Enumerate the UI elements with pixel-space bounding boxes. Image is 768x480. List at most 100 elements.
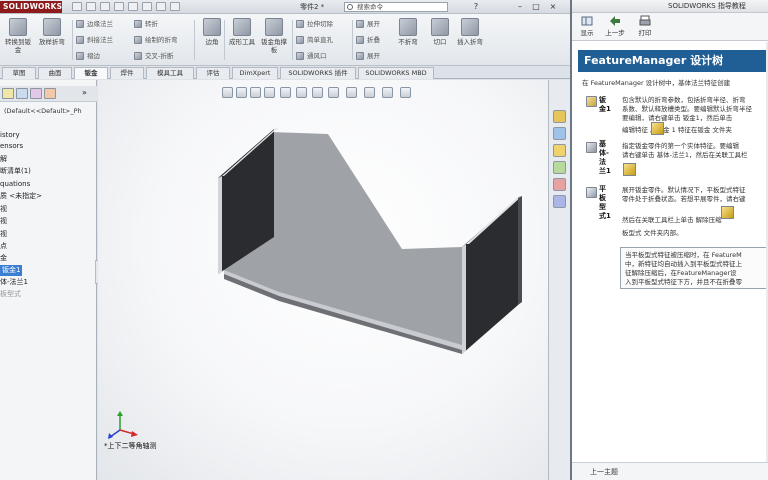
vent-button[interactable]: 通风口 <box>296 50 327 62</box>
tree-item-base-flange1[interactable]: 体-法兰1 <box>0 277 28 288</box>
print-icon[interactable] <box>114 2 124 11</box>
new-file-icon[interactable] <box>72 2 82 11</box>
maximize-button[interactable]: □ <box>530 2 542 12</box>
unsuppress-icon <box>721 206 734 219</box>
right-flange-side <box>518 196 522 305</box>
tab-weldments[interactable]: 焊件 <box>110 67 144 79</box>
tab-solidworks-addins[interactable]: SOLIDWORKS 插件 <box>280 67 356 79</box>
tree-item-front-plane[interactable]: 视 <box>0 204 7 215</box>
button-label: 拉伸切除 <box>307 20 333 28</box>
app-root: SOLIDWORKS 零件2 * 搜索命令 ? – □ × 转换到钣金 放样折弯… <box>0 0 768 480</box>
miter-flange-button[interactable]: 斜接法兰 <box>76 34 113 46</box>
tab-evaluate[interactable]: 评估 <box>196 67 230 79</box>
tab-sheet-metal[interactable]: 钣金 <box>74 67 108 79</box>
insert-bends-button[interactable]: 插入折弯 <box>454 18 486 46</box>
tree-item-sheet-metal-folder[interactable]: 金 <box>0 253 7 264</box>
graphics-area[interactable]: *上下二等角轴测 <box>98 80 548 480</box>
view-palette-icon[interactable] <box>553 161 566 174</box>
rip-button[interactable]: 切口 <box>424 18 456 46</box>
help-text: 展开钣金零件。默认情况下，平板型式特征 <box>622 186 746 194</box>
tab-mold-tools[interactable]: 模具工具 <box>146 67 194 79</box>
close-button[interactable]: × <box>547 2 559 12</box>
minimize-button[interactable]: – <box>514 2 526 12</box>
tree-item-right-plane[interactable]: 视 <box>0 229 7 240</box>
button-label: 褶边 <box>87 52 100 60</box>
property-manager-icon[interactable] <box>16 88 28 99</box>
open-file-icon[interactable] <box>86 2 96 11</box>
tab-dimxpert[interactable]: DimXpert <box>232 67 278 79</box>
help-text: 要编辑，请右键单击 钣金1，然后单击 <box>622 114 733 122</box>
jog-button[interactable]: 转折 <box>134 18 158 30</box>
button-label: 显示 <box>580 29 594 37</box>
flatten-button[interactable]: 展开 <box>356 50 380 62</box>
design-library-icon[interactable] <box>553 127 566 140</box>
tree-item-origin[interactable]: 点 <box>0 241 7 252</box>
extruded-cut-button[interactable]: 拉伸切除 <box>296 18 333 30</box>
save-icon[interactable] <box>100 2 110 11</box>
convert-to-sheet-metal-button[interactable]: 转换到钣金 <box>2 18 34 54</box>
show-button[interactable]: 显示 <box>576 15 598 37</box>
no-bends-button[interactable]: 不折弯 <box>392 18 424 46</box>
help-dropdown-icon[interactable]: ? <box>470 2 482 12</box>
configuration-manager-icon[interactable] <box>30 88 42 99</box>
document-title: 零件2 * <box>300 3 325 11</box>
tree-root-part[interactable]: (Default<<Default>_Ph <box>4 107 82 115</box>
options-icon[interactable] <box>170 2 180 11</box>
hem-button[interactable]: 褶边 <box>76 50 100 62</box>
lofted-bend-button[interactable]: 放样折弯 <box>36 18 68 46</box>
task-pane-tabs <box>548 80 570 480</box>
sheet-metal-part[interactable] <box>98 80 548 480</box>
help-term-base-flange1: 基体-法兰1 <box>599 140 611 175</box>
tree-item-equations[interactable]: quations <box>0 179 30 190</box>
miter-flange-icon <box>76 36 84 44</box>
tree-item-top-plane[interactable]: 视 <box>0 216 7 227</box>
unfold-button[interactable]: 展开 <box>356 18 380 30</box>
fold-button[interactable]: 折叠 <box>356 34 380 46</box>
show-icon <box>581 16 593 26</box>
tree-item-flat-pattern[interactable]: 板型式 <box>0 289 21 300</box>
button-label: 钣金角撑板 <box>261 38 287 54</box>
tree-item-annotations[interactable]: 解 <box>0 154 7 165</box>
sketched-bend-button[interactable]: 绘制的折弯 <box>134 34 178 46</box>
lofted-bend-icon <box>43 18 61 36</box>
help-text: 包含默认的折弯参数，包括折弯半径、折弯 <box>622 96 746 104</box>
appearances-icon[interactable] <box>553 178 566 191</box>
feature-manager-icon[interactable] <box>2 88 14 99</box>
undo-icon[interactable] <box>128 2 138 11</box>
simple-hole-button[interactable]: 简单直孔 <box>296 34 333 46</box>
tab-sketch[interactable]: 草图 <box>2 67 36 79</box>
search-commands-input[interactable]: 搜索命令 <box>344 2 448 12</box>
rebuild-icon[interactable] <box>156 2 166 11</box>
button-label: 打印 <box>638 29 652 37</box>
tree-item-history[interactable]: istory <box>0 130 20 141</box>
cross-break-icon <box>134 52 142 60</box>
button-label: 上一步 <box>605 29 625 37</box>
tree-item-cut-list[interactable]: 断清单(1) <box>0 166 31 177</box>
back-button[interactable]: 上一步 <box>604 15 626 37</box>
forming-tool-button[interactable]: 成形工具 <box>226 18 258 46</box>
note-text: 中，新特征均自动插入到平板型式特征上 <box>625 260 742 268</box>
sketched-bend-icon <box>134 36 142 44</box>
tree-item-sheet-metal1[interactable]: 钣金1 <box>0 265 23 276</box>
button-label: 转换到钣金 <box>5 38 31 54</box>
display-manager-icon[interactable] <box>44 88 56 99</box>
custom-properties-icon[interactable] <box>553 195 566 208</box>
sheet-metal-gusset-button[interactable]: 钣金角撑板 <box>258 18 290 54</box>
print-button[interactable]: 打印 <box>634 15 656 37</box>
tree-item-material[interactable]: 质 <未指定> <box>0 191 42 202</box>
button-label: 插入折弯 <box>457 38 483 46</box>
tree-item-sensors[interactable]: ensors <box>0 141 23 152</box>
tab-surfaces[interactable]: 曲面 <box>38 67 72 79</box>
expand-chevron-icon[interactable]: » <box>82 88 94 99</box>
help-text: 请右键单击 基体-法兰1，然后在关联工具栏 <box>622 151 748 159</box>
tab-solidworks-mbd[interactable]: SOLIDWORKS MBD <box>358 67 434 79</box>
solidworks-resources-icon[interactable] <box>553 110 566 123</box>
cross-break-button[interactable]: 交叉-折断 <box>134 50 173 62</box>
file-explorer-icon[interactable] <box>553 144 566 157</box>
edge-flange-button[interactable]: 边缘法兰 <box>76 18 113 30</box>
ribbon-separator <box>72 20 73 60</box>
select-icon[interactable] <box>142 2 152 11</box>
previous-topic-link[interactable]: 上一主题 <box>572 462 768 480</box>
solidworks-window: SOLIDWORKS 零件2 * 搜索命令 ? – □ × 转换到钣金 放样折弯… <box>0 0 570 480</box>
hem-icon <box>76 52 84 60</box>
